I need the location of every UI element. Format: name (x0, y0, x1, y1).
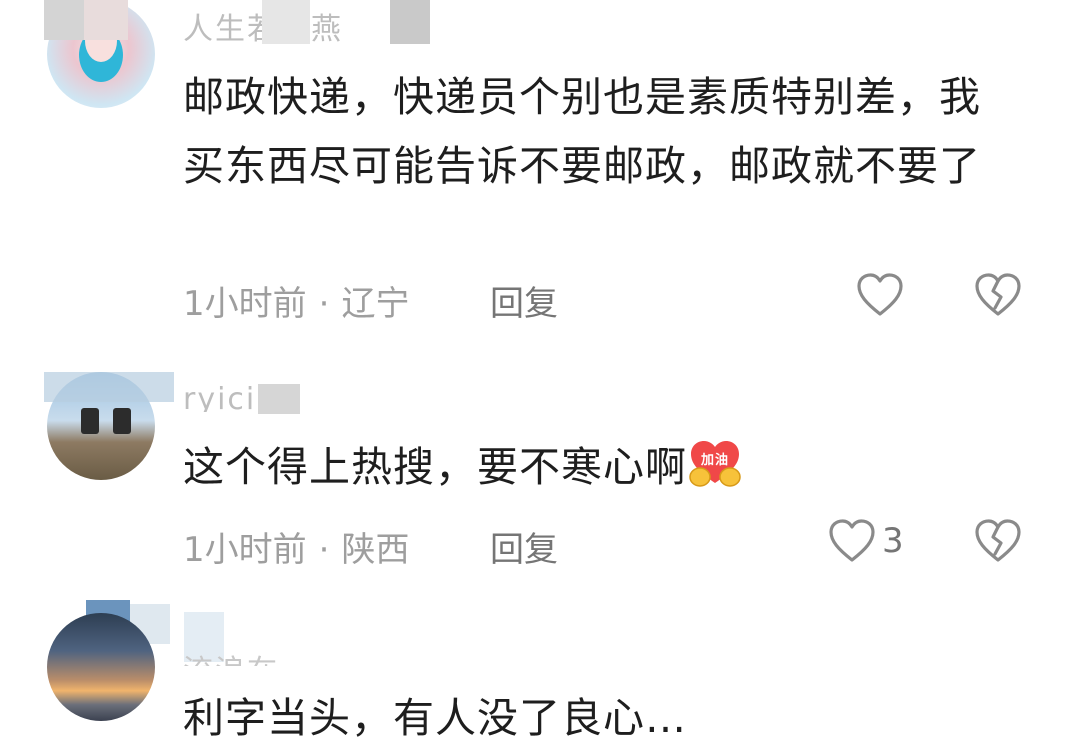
emoji-text: 加油 (700, 452, 729, 468)
cheer-emoji-icon: 加油 (687, 437, 743, 489)
comment-text: 邮政快递，快递员个别也是素质特别差，我买东西尽可能告诉不要邮政，邮政就不要了 (183, 73, 981, 190)
username[interactable]: ryici (183, 382, 256, 412)
mosaic-blur (44, 372, 174, 402)
comment-location: 陕西 (341, 530, 410, 570)
like-button[interactable] (856, 272, 904, 318)
username[interactable]: 流浪在 (183, 646, 279, 666)
broken-heart-icon (975, 273, 1021, 316)
comment-text-body: 这个得上热搜，要不寒心啊 (183, 443, 687, 491)
comment-location: 辽宁 (341, 284, 410, 324)
comment-time: 1小时前 (183, 530, 307, 570)
mosaic-blur (390, 0, 430, 44)
separator: · (318, 530, 330, 570)
comment-meta: 1小时前 · 陕西 (183, 522, 409, 571)
avatar[interactable] (47, 613, 155, 721)
comment-item: 人生若止燕 邮政快递，快递员个别也是素质特别差，我买东西尽可能告诉不要邮政，邮政… (0, 0, 1080, 350)
comment-time: 1小时前 (183, 284, 307, 324)
comment-text: 利字当头，有人没了良心… (183, 694, 687, 742)
separator: · (318, 284, 330, 324)
comment-item: ryici 这个得上热搜，要不寒心啊 加油 1小时前 · 陕西 回复 3 (0, 372, 1080, 592)
like-button[interactable]: 3 (828, 518, 904, 564)
heart-outline-icon (829, 519, 875, 562)
reply-button[interactable]: 回复 (490, 276, 558, 325)
heart-outline-icon (857, 273, 903, 316)
comment-text: 这个得上热搜，要不寒心啊 加油 (183, 433, 1013, 502)
reply-button[interactable]: 回复 (490, 522, 558, 571)
broken-heart-icon (975, 519, 1021, 562)
mosaic-blur (84, 0, 128, 40)
comment-item: 流浪在 利字当头，有人没了良心… (0, 600, 1080, 742)
mosaic-blur (262, 0, 310, 44)
mosaic-blur (44, 0, 84, 40)
dislike-button[interactable] (974, 272, 1022, 322)
comment-meta: 1小时前 · 辽宁 (183, 276, 409, 325)
like-count: 3 (882, 521, 904, 561)
mosaic-blur (258, 384, 300, 414)
dislike-button[interactable] (974, 518, 1022, 568)
